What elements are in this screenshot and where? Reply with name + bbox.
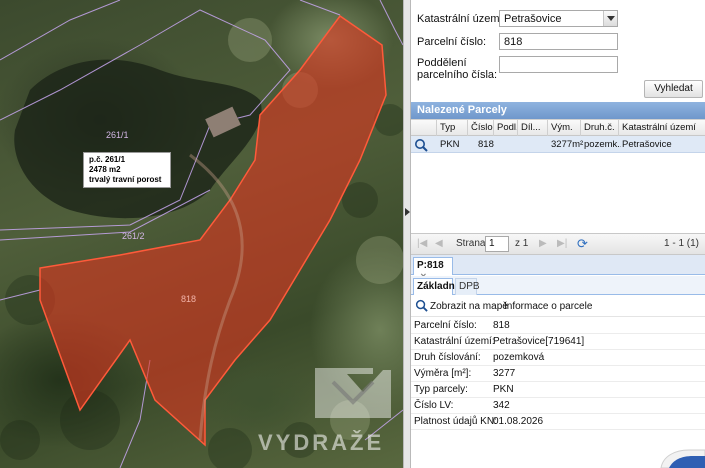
tab-parcel-818[interactable]: P:818 ✕ bbox=[413, 257, 453, 281]
tab-dpb[interactable]: DPB bbox=[455, 278, 480, 295]
detail-value: pozemková bbox=[493, 352, 545, 363]
parcel-info-button[interactable]: Informace o parcele bbox=[504, 301, 592, 312]
detail-key: Typ parcely: bbox=[414, 384, 468, 395]
cadastral-label: Katastrální území: bbox=[417, 13, 506, 25]
parcel-number-input[interactable]: 818 bbox=[499, 33, 618, 50]
detail-row-parcel-number: Parcelní číslo: 818 bbox=[411, 318, 705, 334]
tab-parcel-label: P:818 bbox=[417, 260, 444, 271]
results-range: 1 - 1 (1) bbox=[664, 238, 700, 249]
cell-druh: pozemk... bbox=[584, 139, 621, 150]
detail-key: Platnost údajů KN: bbox=[414, 416, 497, 427]
magnifier-icon[interactable] bbox=[411, 136, 437, 153]
detail-key: Číslo LV: bbox=[414, 400, 454, 411]
grid-col-druh[interactable]: Druh.č. bbox=[581, 120, 619, 136]
detail-row-lv: Číslo LV: 342 bbox=[411, 398, 705, 414]
info-box-line-1: p.č. 261/1 bbox=[89, 155, 126, 164]
subdivision-input[interactable] bbox=[499, 56, 618, 73]
grid-col-cislo[interactable]: Číslo... bbox=[468, 120, 494, 136]
page-of-label: z 1 bbox=[515, 238, 529, 249]
detail-value: 818 bbox=[493, 320, 510, 331]
parcel-number-label: Parcelní číslo: bbox=[417, 36, 487, 48]
tab-basic[interactable]: Základní bbox=[413, 278, 458, 295]
cadastral-select-value: Petrašovice bbox=[504, 13, 562, 25]
corner-logo-icon bbox=[660, 449, 705, 468]
zoom-to-map-button[interactable]: Zobrazit na mapě bbox=[430, 301, 508, 312]
detail-value: 342 bbox=[493, 400, 510, 411]
detail-row-area: Výměra [m²]: 3277 bbox=[411, 366, 705, 382]
detail-row-numbering: Druh číslování: pozemková bbox=[411, 350, 705, 366]
info-box-line-3: trvalý travní porost bbox=[89, 175, 162, 184]
cell-ku: Petrašovice bbox=[622, 139, 672, 150]
watermark-text: VYDRAŽE bbox=[258, 430, 385, 455]
results-pager: |◀ ◀ Strana 1 z 1 ▶ ▶| ⟳ 1 - 1 (1) bbox=[411, 233, 705, 255]
page-number-input[interactable]: 1 bbox=[485, 236, 509, 252]
parcel-label-261-1: 261/1 bbox=[106, 130, 129, 140]
detail-key: Katastrální území: bbox=[414, 336, 495, 347]
detail-tab-strip: P:818 ✕ bbox=[411, 255, 705, 281]
subdivision-label-line1: Poddělení bbox=[417, 57, 467, 69]
chevron-down-icon[interactable] bbox=[603, 11, 617, 26]
subdivision-label-line2: parcelního čísla: bbox=[417, 69, 498, 81]
map-view[interactable]: 261/1 261/2 818 p.č. 261/1 2478 m2 trval… bbox=[0, 0, 403, 468]
cell-vymera: 3277m² bbox=[551, 139, 584, 150]
parcel-label-261-2: 261/2 bbox=[122, 231, 145, 241]
grid-col-icon bbox=[411, 120, 437, 136]
cell-typ: PKN bbox=[440, 139, 460, 150]
grid-col-vymera[interactable]: Vým. bbox=[548, 120, 581, 136]
grid-col-typ[interactable]: Typ bbox=[437, 120, 468, 136]
info-box-line-2: 2478 m2 bbox=[89, 165, 121, 174]
results-grid-body bbox=[411, 153, 705, 233]
results-grid-header: Typ Číslo... Podl... Díl... Vým. Druh.č.… bbox=[411, 119, 705, 136]
detail-value: 3277 bbox=[493, 368, 516, 379]
table-row[interactable]: PKN 818 3277m² pozemk... Petrašovice bbox=[411, 136, 705, 153]
detail-value: Petrašovice[719641] bbox=[493, 336, 585, 347]
last-page-icon[interactable]: ▶| bbox=[557, 238, 567, 249]
detail-toolbar: Zobrazit na mapě Informace o parcele bbox=[411, 296, 705, 317]
detail-subtab-strip: Základní DPB bbox=[411, 276, 705, 295]
detail-key: Výměra [m²]: bbox=[414, 368, 472, 379]
detail-value: 01.08.2026 bbox=[493, 416, 544, 427]
refresh-icon[interactable]: ⟳ bbox=[577, 236, 588, 252]
page-label: Strana bbox=[456, 238, 486, 249]
side-panel: Katastrální území: Petrašovice Parcelní … bbox=[411, 0, 705, 468]
collapse-arrow-icon[interactable] bbox=[405, 208, 410, 216]
detail-row-validity: Platnost údajů KN: 01.08.2026 bbox=[411, 414, 705, 430]
search-icon[interactable] bbox=[415, 299, 428, 315]
prev-page-icon[interactable]: ◀ bbox=[435, 238, 443, 249]
cadastral-select[interactable]: Petrašovice bbox=[499, 10, 618, 27]
detail-row-type: Typ parcely: PKN bbox=[411, 382, 705, 398]
panel-splitter[interactable] bbox=[403, 0, 411, 468]
detail-row-cadastral: Katastrální území: Petrašovice[719641] bbox=[411, 334, 705, 350]
grid-col-podl[interactable]: Podl... bbox=[494, 120, 518, 136]
search-button[interactable]: Vyhledat bbox=[644, 80, 703, 98]
parcel-info-box: p.č. 261/1 2478 m2 trvalý travní porost bbox=[83, 152, 171, 188]
parcel-label-818: 818 bbox=[181, 294, 197, 304]
first-page-icon[interactable]: |◀ bbox=[417, 238, 427, 249]
results-header: Nalezené Parcely bbox=[411, 102, 705, 119]
cell-dil bbox=[518, 136, 548, 153]
detail-value: PKN bbox=[493, 384, 514, 395]
cell-podl bbox=[494, 136, 518, 153]
grid-col-dil[interactable]: Díl... bbox=[518, 120, 548, 136]
detail-key: Druh číslování: bbox=[414, 352, 481, 363]
grid-col-ku[interactable]: Katastrální území bbox=[619, 120, 705, 136]
detail-key: Parcelní číslo: bbox=[414, 320, 477, 331]
watermark-logo bbox=[315, 368, 391, 418]
next-page-icon[interactable]: ▶ bbox=[539, 238, 547, 249]
